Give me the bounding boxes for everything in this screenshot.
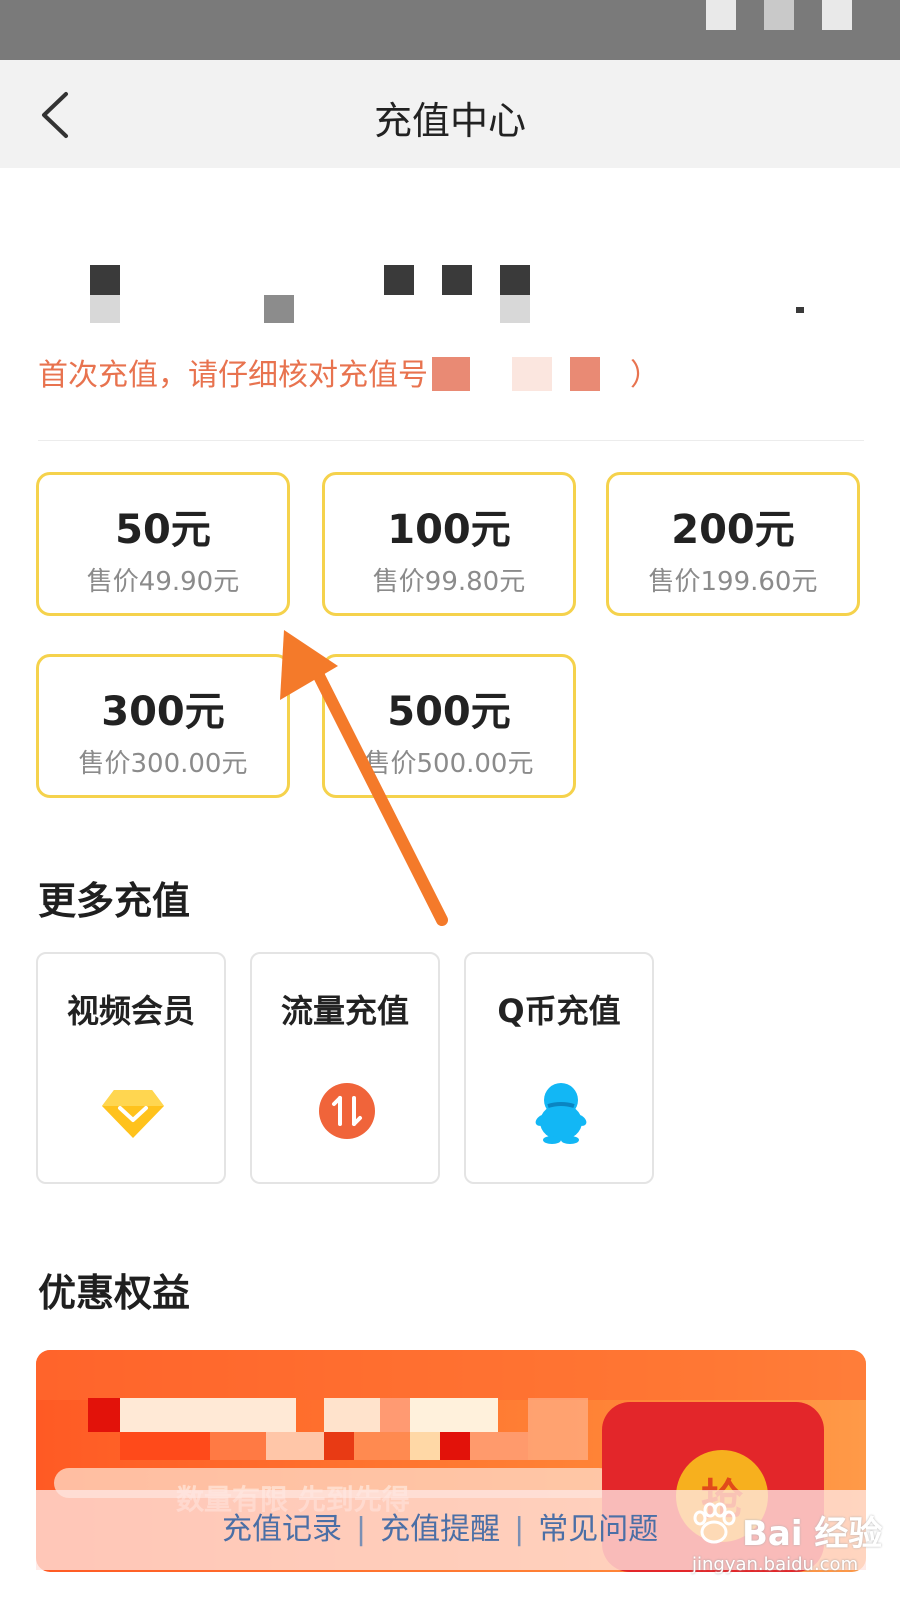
watermark-text: Bai 经验: [742, 1514, 883, 1554]
notice-mosaic: [512, 357, 552, 391]
mosaic-block: [264, 295, 294, 323]
status-bar: [0, 0, 900, 60]
amount-value: 50元: [115, 507, 211, 553]
banner-pixel: [440, 1432, 470, 1460]
status-icon-mosaic: [822, 0, 852, 30]
mosaic-block: [500, 265, 530, 295]
link-separator: |: [514, 1512, 525, 1547]
annotation-arrow: [280, 630, 448, 926]
account-number-area: [38, 245, 858, 335]
data-traffic-card[interactable]: 流量充值: [250, 952, 440, 1184]
card-label: 流量充值: [280, 992, 409, 1030]
paw-icon: [693, 1502, 736, 1544]
video-membership-card[interactable]: 视频会员: [36, 952, 226, 1184]
banner-pixel: [410, 1432, 440, 1460]
banner-pixel: [36, 1350, 866, 1400]
qq-penguin-icon: [535, 1083, 587, 1144]
banner-pixel: [324, 1398, 380, 1432]
banner-pixel: [120, 1398, 296, 1432]
data-traffic-icon: [319, 1083, 375, 1139]
more-recharge-title: 更多充值: [38, 879, 191, 923]
recharge-records-link[interactable]: 充值记录: [222, 1512, 342, 1547]
banner-pixel: [470, 1432, 528, 1460]
banner-pixel: [266, 1432, 324, 1460]
banner-pixel: [380, 1398, 410, 1432]
card-label: 视频会员: [66, 992, 195, 1030]
mosaic-block: [796, 307, 804, 313]
banner-pixel: [354, 1432, 410, 1460]
amount-option-200[interactable]: 200元 售价199.60元: [606, 472, 860, 616]
notice-mosaic: [570, 357, 600, 391]
amount-value: 100元: [387, 507, 511, 553]
card-label: Q币充值: [497, 992, 621, 1030]
banner-pixel: [120, 1432, 210, 1460]
banner-pixel: [210, 1432, 266, 1460]
page-title: 充值中心: [373, 99, 526, 143]
q-coin-card[interactable]: Q币充值: [464, 952, 654, 1184]
amount-price: 售价99.80元: [372, 567, 526, 597]
notice-tail: ）: [630, 358, 660, 393]
banner-pixel: [528, 1398, 588, 1460]
banner-pixel: [410, 1398, 498, 1432]
mosaic-block: [90, 295, 120, 323]
mosaic-block: [442, 265, 472, 295]
banner-pixel: [88, 1398, 120, 1432]
recharge-reminder-link[interactable]: 充值提醒: [380, 1512, 500, 1547]
nav-bar: 充值中心: [0, 60, 900, 168]
amount-option-300[interactable]: 300元 售价300.00元: [36, 654, 290, 798]
divider: [38, 440, 864, 441]
notice-mosaic: [432, 357, 470, 391]
footer-links-row: 充值记录 | 充值提醒 | 常见问题: [222, 1504, 658, 1548]
benefits-title: 优惠权益: [38, 1271, 191, 1315]
first-recharge-notice: 首次充值，请仔细核对充值号: [38, 358, 428, 393]
amount-price: 售价300.00元: [78, 749, 248, 779]
mosaic-block: [500, 295, 530, 323]
faq-link[interactable]: 常见问题: [538, 1512, 658, 1547]
amount-option-50[interactable]: 50元 售价49.90元: [36, 472, 290, 616]
watermark-url: jingyan.baidu.com: [692, 1554, 859, 1575]
diamond-icon: [102, 1090, 164, 1138]
link-separator: |: [356, 1512, 367, 1547]
mosaic-block: [384, 265, 414, 295]
amount-value: 300元: [101, 689, 225, 735]
status-icon-mosaic: [706, 0, 736, 30]
amount-price: 售价49.90元: [86, 567, 240, 597]
mosaic-block: [90, 265, 120, 295]
amount-price: 售价199.60元: [648, 567, 818, 597]
banner-pixel: [324, 1432, 354, 1460]
status-icon-mosaic: [764, 0, 794, 30]
amount-value: 200元: [671, 507, 795, 553]
amount-option-100[interactable]: 100元 售价99.80元: [322, 472, 576, 616]
